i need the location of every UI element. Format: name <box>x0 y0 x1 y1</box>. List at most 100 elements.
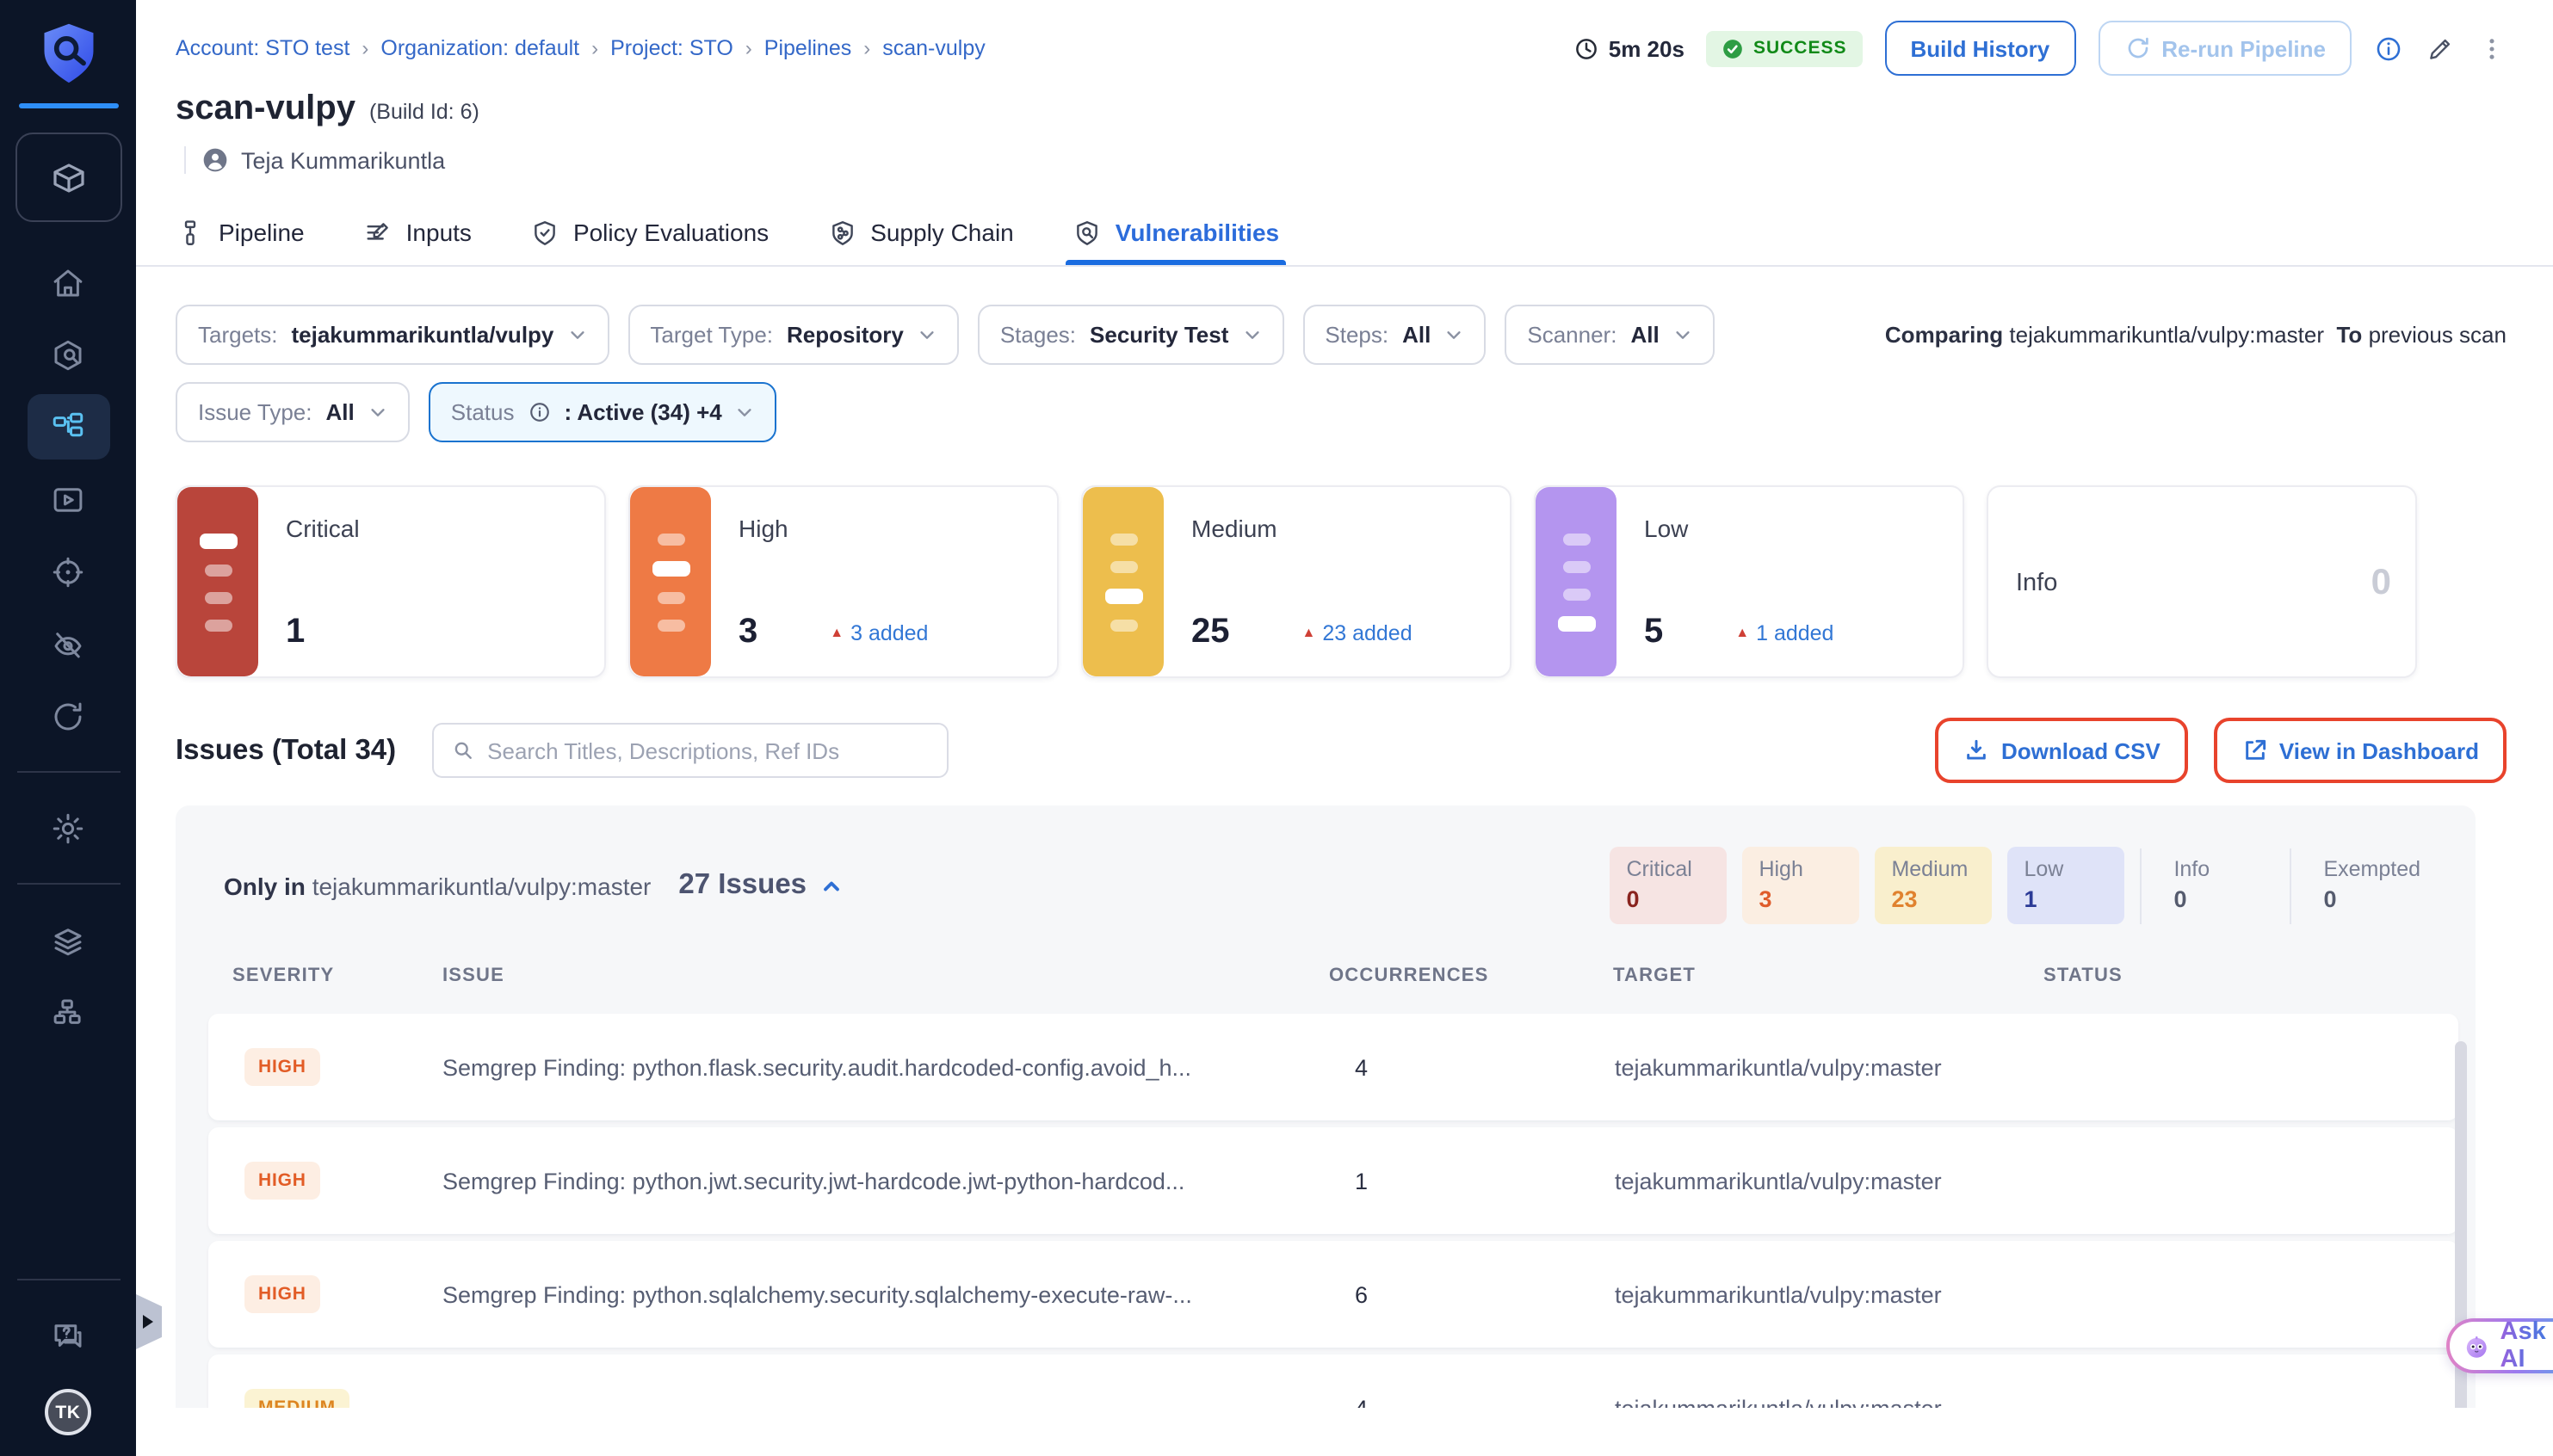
sto-shield-logo[interactable] <box>35 21 101 89</box>
issue-title: Semgrep Finding: python.flask.security.a… <box>442 1054 1331 1080</box>
view-in-dashboard-button[interactable]: View in Dashboard <box>2214 718 2507 783</box>
sidebar-nav-group <box>0 904 136 1048</box>
chip-label: Low <box>2024 857 2106 881</box>
issues-count-toggle[interactable]: 27 Issues <box>678 869 843 902</box>
help-chat-icon <box>50 1317 86 1354</box>
column-header-severity: SEVERITY <box>232 966 442 986</box>
comparing-text: Comparing tejakummarikuntla/vulpy:master… <box>1885 322 2507 348</box>
severity-card-high[interactable]: High3▲3 added <box>628 485 1059 678</box>
chevron-down-icon <box>567 325 586 344</box>
filter-label: Issue Type: <box>198 399 312 425</box>
chip-low[interactable]: Low1 <box>2006 847 2123 924</box>
filter-stages[interactable]: Stages:Security Test <box>978 305 1284 365</box>
column-header-target: TARGET <box>1613 966 2043 986</box>
kebab-menu-icon[interactable] <box>2477 34 2507 63</box>
supply-chain-icon <box>827 218 856 247</box>
filter-targets[interactable]: Targets:tejakummarikuntla/vulpy <box>176 305 609 365</box>
chip-critical[interactable]: Critical0 <box>1609 847 1726 924</box>
external-link-icon <box>2241 737 2269 764</box>
issue-title: Semgrep Finding: python.jwt.security.jwt… <box>442 1168 1331 1194</box>
tab-vulnerabilities[interactable]: Vulnerabilities <box>1073 200 1279 265</box>
module-box-icon <box>47 157 89 198</box>
tab-label: Policy Evaluations <box>573 219 769 246</box>
chevron-down-icon <box>736 403 755 422</box>
severity-gauge <box>630 487 711 676</box>
filter-label: Steps: <box>1325 322 1388 348</box>
filter-value: All <box>1402 322 1431 348</box>
sidebar-item-settings[interactable] <box>27 792 109 864</box>
sidebar-item-default-settings[interactable] <box>27 904 109 976</box>
card-count: 3 <box>739 613 757 652</box>
chevron-down-icon <box>1444 325 1463 344</box>
tab-inputs[interactable]: Inputs <box>363 200 472 265</box>
sidebar-item-pipelines[interactable] <box>27 394 109 460</box>
chip-count: 0 <box>1626 886 1709 912</box>
filter-target-type[interactable]: Target Type:Repository <box>627 305 958 365</box>
filter-issue-type[interactable]: Issue Type:All <box>176 382 410 442</box>
settings-icon <box>50 810 86 846</box>
sidebar-item-scans[interactable] <box>27 318 109 391</box>
user-avatar[interactable]: TK <box>45 1389 91 1435</box>
severity-card-info[interactable]: Info0 <box>1987 485 2417 678</box>
pipeline-info-icon[interactable] <box>2374 34 2403 63</box>
filter-status[interactable]: Status: Active (34) +4 <box>429 382 777 442</box>
severity-card-low[interactable]: Low5▲1 added <box>1534 485 1964 678</box>
filter-steps[interactable]: Steps: All <box>1302 305 1486 365</box>
tab-supply-chain[interactable]: Supply Chain <box>827 200 1014 265</box>
triangle-up-icon: ▲ <box>1735 625 1749 640</box>
card-label: Critical <box>286 515 580 542</box>
sidebar-item-getting-started[interactable] <box>27 680 109 752</box>
default-settings-icon <box>50 922 86 958</box>
chip-count: 0 <box>2323 886 2420 912</box>
module-selector[interactable] <box>15 133 121 222</box>
filter-value: All <box>1630 322 1659 348</box>
breadcrumb-item[interactable]: Pipelines <box>764 36 851 60</box>
issue-row[interactable]: HIGHSemgrep Finding: python.sqlalchemy.s… <box>208 1241 2458 1348</box>
user-icon <box>201 146 229 174</box>
breadcrumb-item[interactable]: Account: STO test <box>176 36 349 60</box>
sidebar-item-exemptions[interactable] <box>27 608 109 680</box>
search-input[interactable] <box>487 737 930 763</box>
chip-exempted[interactable]: Exempted0 <box>2306 847 2438 924</box>
card-added: ▲1 added <box>1735 620 1833 645</box>
issues-search[interactable] <box>432 723 949 778</box>
sidebar-item-executions[interactable] <box>27 463 109 535</box>
sidebar-divider <box>16 771 120 773</box>
breadcrumb-item[interactable]: scan-vulpy <box>882 36 986 60</box>
breadcrumb-separator: › <box>362 36 368 60</box>
rerun-pipeline-button[interactable]: Re-run Pipeline <box>2098 21 2352 76</box>
sidebar-item-home[interactable] <box>27 246 109 318</box>
tab-policy-evaluations[interactable]: Policy Evaluations <box>530 200 769 265</box>
chip-medium[interactable]: Medium23 <box>1874 847 1991 924</box>
breadcrumb: Account: STO test›Organization: default›… <box>176 36 986 60</box>
sidebar: TK <box>0 0 136 1456</box>
sidebar-item-targets[interactable] <box>27 535 109 608</box>
tab-label: Supply Chain <box>870 219 1014 246</box>
triggered-by-user: Teja Kummarikuntla <box>184 146 2507 174</box>
chip-divider <box>2139 848 2141 923</box>
edit-pipeline-icon[interactable] <box>2426 34 2455 63</box>
filter-label: Scanner: <box>1527 322 1616 348</box>
check-circle-icon <box>1722 37 1745 59</box>
build-history-button[interactable]: Build History <box>1884 21 2075 76</box>
issue-target: tejakummarikuntla/vulpy:master <box>1615 1168 2045 1194</box>
chip-info[interactable]: Info0 <box>2156 847 2273 924</box>
vulnerabilities-icon <box>1073 218 1102 247</box>
sidebar-item-help[interactable] <box>27 1299 109 1372</box>
issue-row[interactable]: HIGHSemgrep Finding: python.jwt.security… <box>208 1127 2458 1234</box>
issue-row[interactable]: HIGHSemgrep Finding: python.flask.securi… <box>208 1014 2458 1120</box>
issue-row[interactable]: MEDIUM4tejakummarikuntla/vulpy:master <box>208 1354 2458 1408</box>
card-count: 0 <box>2371 563 2391 604</box>
sidebar-item-organization[interactable] <box>27 976 109 1048</box>
breadcrumb-item[interactable]: Organization: default <box>380 36 579 60</box>
severity-card-medium[interactable]: Medium25▲23 added <box>1081 485 1511 678</box>
ask-ai-button[interactable]: Ask AI <box>2446 1318 2553 1373</box>
sidebar-nav-group <box>0 246 136 752</box>
breadcrumb-item[interactable]: Project: STO <box>610 36 733 60</box>
download-csv-button[interactable]: Download CSV <box>1936 718 2188 783</box>
severity-card-critical[interactable]: Critical1 <box>176 485 606 678</box>
filter-scanner[interactable]: Scanner: All <box>1505 305 1714 365</box>
tab-pipeline[interactable]: Pipeline <box>176 200 305 265</box>
chevron-down-icon <box>1242 325 1261 344</box>
chip-high[interactable]: High3 <box>1741 847 1858 924</box>
